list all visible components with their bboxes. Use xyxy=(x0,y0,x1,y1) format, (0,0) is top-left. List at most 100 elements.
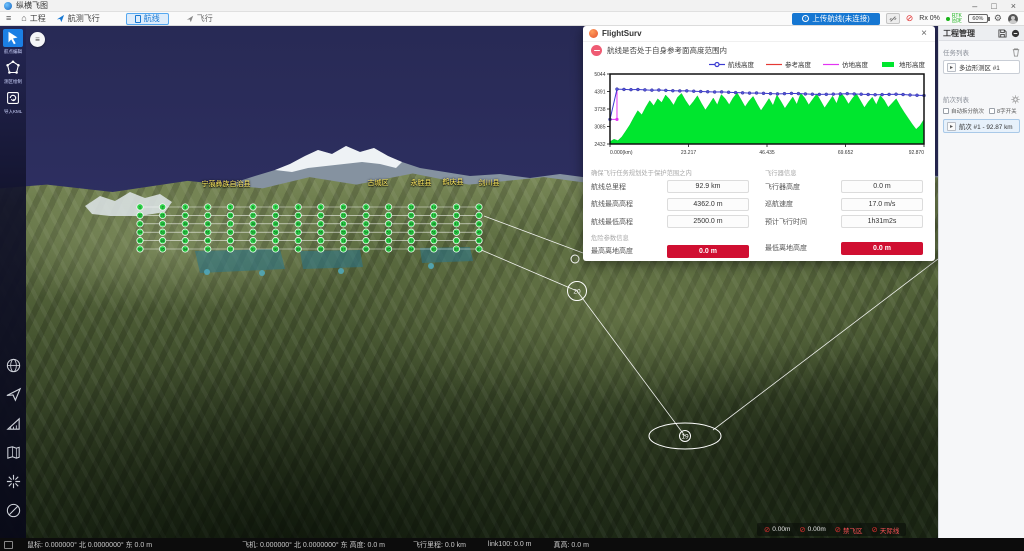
sidebar-header: 工程管理 xyxy=(939,26,1024,41)
warning-text: 航线是否处于自身参考面高度范围内 xyxy=(607,45,727,56)
tab-flight[interactable]: 飞行 xyxy=(177,13,222,25)
svg-text:37: 37 xyxy=(228,222,232,226)
svg-text:68: 68 xyxy=(206,239,210,243)
maximize-button[interactable]: □ xyxy=(991,1,996,11)
rtk-status: RTK 固定 xyxy=(946,14,962,24)
link-button[interactable] xyxy=(886,13,900,24)
svg-text:95: 95 xyxy=(161,247,165,251)
sidebar-body: 任务列表 ▸ 多边形测区 #1 航次列表 自动拆分航次8字开关 ▸ 航次 #1 … xyxy=(939,41,1024,141)
sortie-item[interactable]: ▸ 航次 #1 - 92.87 km xyxy=(943,119,1020,133)
hamburger-menu-icon[interactable]: ≡ xyxy=(6,14,11,23)
field-row: 航线总里程92.9 km xyxy=(591,180,751,193)
svg-text:69.652: 69.652 xyxy=(838,150,854,156)
checkbox-icon xyxy=(943,108,949,114)
settings-gear-icon[interactable]: ⚙ xyxy=(994,14,1002,23)
close-button[interactable]: × xyxy=(1011,1,1016,11)
svg-text:12: 12 xyxy=(387,205,391,209)
tab-label: 飞行 xyxy=(197,13,213,24)
svg-text:62: 62 xyxy=(183,231,187,235)
tool-label: 导入KML xyxy=(4,108,22,114)
survey-area-item[interactable]: ▸ 多边形测区 #1 xyxy=(943,60,1020,74)
waypoint-cluster[interactable]: 1234567891011121314151617181920212223242… xyxy=(137,204,482,252)
tool-label: 航点编辑 xyxy=(4,48,22,54)
trash-icon[interactable] xyxy=(1012,48,1020,57)
svg-text:17: 17 xyxy=(477,214,481,218)
collapse-icon[interactable] xyxy=(1011,29,1020,38)
field-label: 最低离地高度 xyxy=(765,243,841,253)
survey-area-label: 多边形测区 #1 xyxy=(959,63,1000,72)
dialog-fields: 确保飞行任务规划处于保护范围之内 航线总里程92.9 km航线最高高程4362.… xyxy=(583,164,935,262)
home-menu[interactable]: ⌂ 工程 xyxy=(21,13,45,24)
close-icon[interactable]: × xyxy=(919,28,929,39)
plane-icon[interactable] xyxy=(4,386,22,402)
link-icon xyxy=(889,15,897,23)
edit-tools-group: 航点编辑测区绘制导入KML xyxy=(0,29,26,115)
svg-text:75: 75 xyxy=(364,239,368,243)
upload-route-button[interactable]: ↑ 上传航线(未连接) xyxy=(792,13,880,25)
aircraft-info-column: 飞行器信息 飞行器高度0.0 m巡航速度17.0 m/s预计飞行时间1h31m2… xyxy=(765,166,925,262)
svg-text:40: 40 xyxy=(296,222,300,226)
tab-route[interactable]: 航线 xyxy=(126,13,169,25)
checkbox-8字开关[interactable]: 8字开关 xyxy=(989,107,1017,115)
prohibit-icon: ⊘ xyxy=(799,526,805,534)
menubar: ≡ ⌂ 工程 航测飞行 航线飞行 ↑ 上传航线(未连接) ⊘ Rx 0% RTK… xyxy=(0,12,1024,26)
center-icon[interactable] xyxy=(4,473,22,489)
layers-menu-button[interactable]: ≡ xyxy=(30,32,45,47)
svg-text:87: 87 xyxy=(341,247,345,251)
danger-value: 0.0 m xyxy=(667,245,749,258)
save-icon[interactable] xyxy=(998,29,1007,38)
svg-text:93: 93 xyxy=(206,247,210,251)
map-stat-label: 0.00m xyxy=(808,526,826,533)
svg-text:18: 18 xyxy=(454,214,458,218)
map-status-strip: ⊘0.00m⊘0.00m⊘禁飞区⊘天际线 xyxy=(757,523,906,536)
map-toggle[interactable]: ⊘天际线 xyxy=(872,525,900,535)
svg-text:25: 25 xyxy=(296,214,300,218)
tool-polygon[interactable]: 测区绘制 xyxy=(2,59,24,85)
prohibit-icon: ⊘ xyxy=(835,526,841,534)
svg-text:56: 56 xyxy=(319,231,323,235)
record-disabled-icon[interactable]: ⊘ xyxy=(906,14,914,23)
svg-text:13: 13 xyxy=(409,205,413,209)
sidebar-title: 工程管理 xyxy=(943,28,975,39)
mode-menu[interactable]: 航测飞行 xyxy=(56,13,100,24)
legend-label: 地形高度 xyxy=(899,59,925,69)
map-toggle[interactable]: ⊘禁飞区 xyxy=(835,525,863,535)
svg-text:46: 46 xyxy=(432,222,436,226)
map-icon[interactable] xyxy=(4,444,22,460)
svg-text:38: 38 xyxy=(251,222,255,226)
user-avatar[interactable] xyxy=(1008,14,1018,24)
checkbox-自动拆分航次[interactable]: 自动拆分航次 xyxy=(943,107,984,115)
svg-text:89: 89 xyxy=(296,247,300,251)
tool-import[interactable]: 导入KML xyxy=(2,89,24,115)
window-title: 纵横飞图 xyxy=(16,0,48,11)
svg-text:57: 57 xyxy=(296,231,300,235)
view-tools-group xyxy=(0,357,26,518)
expand-icon[interactable]: ▸ xyxy=(947,122,956,131)
import-tool-icon xyxy=(3,89,23,107)
upload-icon: ↑ xyxy=(802,15,809,22)
svg-text:34: 34 xyxy=(161,222,165,226)
svg-text:3738: 3738 xyxy=(594,107,605,113)
svg-text:15: 15 xyxy=(454,205,458,209)
measure-icon[interactable] xyxy=(4,415,22,431)
svg-text:71: 71 xyxy=(274,239,278,243)
svg-text:30: 30 xyxy=(183,214,187,218)
tool-select[interactable]: 航点编辑 xyxy=(2,29,24,55)
expand-icon[interactable]: ▸ xyxy=(947,63,956,72)
field-label: 飞行器高度 xyxy=(765,182,841,192)
svg-text:48: 48 xyxy=(477,222,481,226)
globe-icon[interactable] xyxy=(4,357,22,373)
rtk-line2: 固定 xyxy=(952,18,962,24)
svg-text:35: 35 xyxy=(183,222,187,226)
svg-text:1: 1 xyxy=(139,205,141,209)
minimize-button[interactable]: – xyxy=(972,1,977,11)
field-row: 巡航速度17.0 m/s xyxy=(765,198,925,211)
loiter-circles[interactable] xyxy=(568,255,722,449)
svg-text:19: 19 xyxy=(681,434,689,441)
compass-icon[interactable] xyxy=(4,502,22,518)
gear-icon[interactable] xyxy=(1011,95,1020,104)
svg-text:76: 76 xyxy=(387,239,391,243)
svg-text:47: 47 xyxy=(454,222,458,226)
svg-text:39: 39 xyxy=(274,222,278,226)
svg-text:80: 80 xyxy=(477,239,481,243)
